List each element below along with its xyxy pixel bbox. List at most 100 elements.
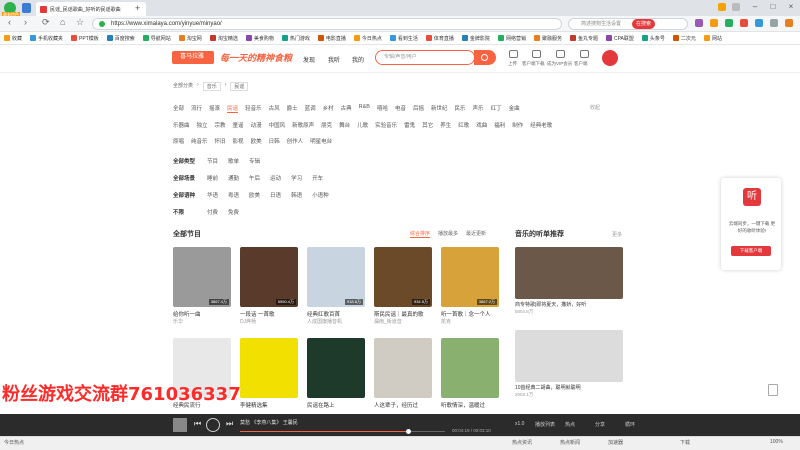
- status-item[interactable]: 热点资讯: [512, 439, 532, 446]
- category-tag[interactable]: 蓝调: [305, 104, 316, 113]
- bookmark-item[interactable]: 手机收藏夹: [30, 35, 63, 42]
- program-cover[interactable]: [307, 338, 365, 398]
- now-playing-cover[interactable]: [173, 418, 187, 432]
- recommend-item[interactable]: 商专特歌|即将夏天，撒娇，好听 5004.8万: [515, 247, 623, 315]
- client-download-label[interactable]: 客户端下载: [522, 61, 545, 67]
- browser-search-button[interactable]: 在搜索: [632, 19, 656, 29]
- loop-button[interactable]: 循环: [625, 421, 635, 428]
- extension-icon[interactable]: [770, 19, 778, 27]
- filter-label[interactable]: 全部语种: [173, 191, 197, 199]
- bookmark-item[interactable]: 二次元: [672, 35, 696, 42]
- bookmark-item[interactable]: 导航网站: [142, 35, 171, 42]
- play-pause-button[interactable]: [206, 418, 220, 432]
- program-author[interactable]: 漏雨_街道音: [374, 318, 402, 325]
- category-tag[interactable]: 电音: [395, 104, 406, 113]
- recommend-cover[interactable]: [515, 330, 623, 382]
- filter-label[interactable]: 全部类型: [173, 157, 197, 165]
- category-tag[interactable]: 怀旧: [215, 137, 226, 145]
- filter-label[interactable]: 全部场景: [173, 174, 197, 182]
- program-author[interactable]: 乐华: [173, 318, 183, 325]
- category-tag[interactable]: 后摇: [413, 104, 424, 113]
- app-icon[interactable]: [532, 50, 541, 58]
- security-shield-icon[interactable]: [22, 3, 31, 13]
- bookmark-item[interactable]: 美食购物: [245, 35, 274, 42]
- program-cover[interactable]: 5950.4万: [240, 247, 298, 307]
- site-search-button[interactable]: [474, 50, 496, 65]
- filter-option[interactable]: 付费: [207, 208, 218, 216]
- menu-icon[interactable]: [732, 3, 740, 11]
- close-window-button[interactable]: ×: [786, 2, 796, 11]
- bookmark-item[interactable]: 头条号: [641, 35, 665, 42]
- filter-option[interactable]: 小语种: [312, 191, 329, 199]
- category-tag[interactable]: 动漫: [251, 121, 262, 129]
- client-label[interactable]: 客户端: [574, 61, 588, 67]
- recommend-item[interactable]: 10首经典二胡曲，聪明就聪明 2003.1万: [515, 330, 623, 398]
- bookmark-item[interactable]: 今日热点: [353, 35, 382, 42]
- site-search-input[interactable]: 专辑/声音/用户: [375, 50, 475, 65]
- bookmark-item[interactable]: 鱼丸专题: [569, 35, 598, 42]
- share-button[interactable]: 分享: [595, 421, 605, 428]
- category-tag[interactable]: 雷鬼: [404, 121, 415, 129]
- category-tag[interactable]: 古典: [341, 104, 352, 113]
- program-author[interactable]: 凯克: [441, 318, 451, 325]
- status-item[interactable]: 下载: [680, 439, 690, 446]
- category-tag[interactable]: 乐器曲: [173, 121, 190, 129]
- recommend-more-link[interactable]: 更多: [612, 231, 622, 238]
- sort-recent[interactable]: 最近更新: [466, 230, 486, 238]
- program-title[interactable]: 给你听一曲: [173, 310, 233, 318]
- bookmark-item[interactable]: 淘宝精选: [209, 35, 238, 42]
- upload-icon[interactable]: [509, 50, 518, 58]
- recommend-cover[interactable]: [515, 247, 623, 299]
- previous-track-button[interactable]: ⏮: [194, 419, 201, 429]
- bookmark-item[interactable]: 百度搜索: [106, 35, 135, 42]
- forward-button[interactable]: ›: [24, 17, 27, 27]
- category-tag[interactable]: 舞台: [339, 121, 350, 129]
- category-tag[interactable]: R&B: [359, 104, 370, 113]
- back-button[interactable]: ‹: [8, 17, 11, 27]
- hot-button[interactable]: 热点: [565, 421, 575, 428]
- maximize-button[interactable]: □: [768, 2, 778, 11]
- category-tag[interactable]: 金曲: [509, 104, 520, 113]
- category-tag[interactable]: 中国风: [269, 121, 286, 129]
- extension-icon[interactable]: [740, 19, 748, 27]
- bookmark-item[interactable]: 看到生活: [389, 35, 418, 42]
- filter-option[interactable]: 睡前: [207, 174, 218, 182]
- program-cover[interactable]: 918.6万: [307, 247, 365, 307]
- ximalaya-logo[interactable]: 喜马拉雅: [172, 51, 214, 64]
- sort-comprehensive[interactable]: 综合排序: [410, 230, 431, 238]
- category-tag[interactable]: 福利: [494, 121, 505, 129]
- speed-button[interactable]: x1.0: [515, 421, 524, 427]
- category-tag[interactable]: 独立: [197, 121, 208, 129]
- category-tag[interactable]: 影视: [233, 137, 244, 145]
- bookmark-item[interactable]: 网络营销: [497, 35, 526, 42]
- category-tag[interactable]: 宗教: [215, 121, 226, 129]
- program-cover[interactable]: [441, 338, 499, 398]
- status-item[interactable]: 热点新闻: [560, 439, 580, 446]
- bookmark-item[interactable]: CPA联盟: [605, 35, 634, 42]
- program-title[interactable]: 一段话 一首歌: [240, 310, 300, 318]
- category-tag[interactable]: 其它: [422, 121, 433, 129]
- upload-label[interactable]: 上传: [508, 61, 517, 67]
- program-author[interactable]: 人成国旗播音机: [307, 318, 342, 325]
- filter-option[interactable]: 欧美: [249, 191, 260, 199]
- program-cover[interactable]: 3867.4万: [173, 247, 231, 307]
- status-hot-news[interactable]: 今日热点: [4, 439, 24, 446]
- bookmark-item[interactable]: 体育直播: [425, 35, 454, 42]
- reload-button[interactable]: ⟳: [42, 17, 50, 28]
- category-tag[interactable]: 经典老歌: [530, 121, 552, 129]
- category-tag[interactable]: 摇滚: [209, 104, 220, 113]
- url-bar[interactable]: https://www.ximalaya.com/yinyue/minyao/: [92, 18, 562, 30]
- user-avatar[interactable]: [602, 50, 618, 66]
- tab-active[interactable]: 民谣_民谣歌曲_好听的民谣歌曲: [36, 2, 146, 16]
- category-tag[interactable]: 声乐: [473, 104, 484, 113]
- category-tag[interactable]: 儿歌: [357, 121, 368, 129]
- filter-option[interactable]: 通勤: [228, 174, 239, 182]
- home-button[interactable]: ⌂: [60, 17, 65, 27]
- feedback-icon[interactable]: [768, 384, 778, 396]
- zoom-level[interactable]: 100%: [770, 439, 783, 445]
- bookmark-item[interactable]: PPT模板: [71, 35, 99, 42]
- category-tag[interactable]: 轻音乐: [245, 104, 262, 113]
- breadcrumb-music[interactable]: 音乐: [202, 82, 221, 91]
- program-title[interactable]: 斯民民谣｜最真的歌: [374, 310, 434, 318]
- sort-most-played[interactable]: 播放最多: [438, 230, 458, 238]
